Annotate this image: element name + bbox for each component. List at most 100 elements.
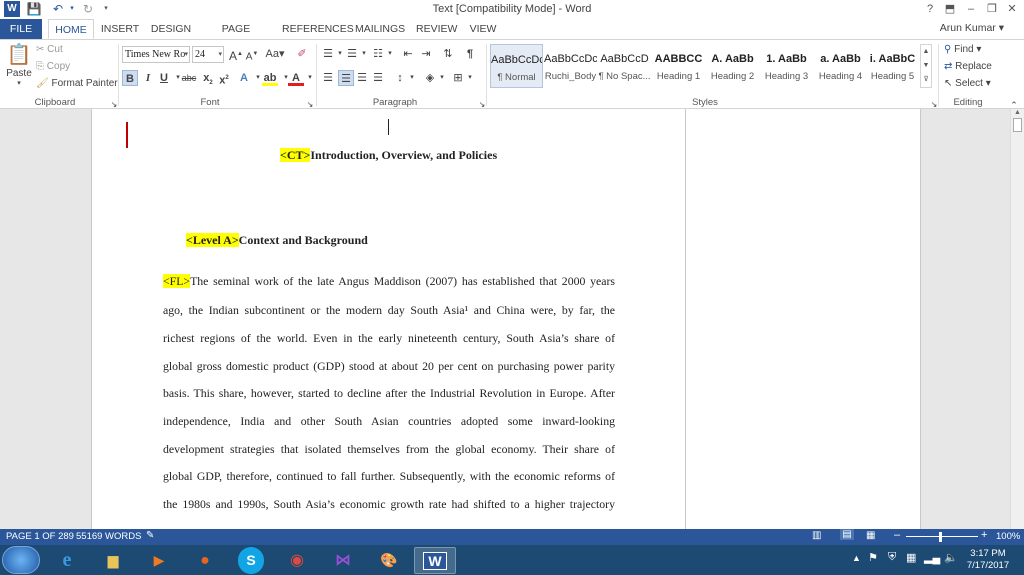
- binoculars-icon: ⚲: [944, 44, 952, 55]
- copy-button[interactable]: ⎘ Copy: [36, 59, 70, 75]
- bold-button[interactable]: B: [122, 70, 138, 86]
- zoom-out-icon[interactable]: –: [894, 529, 900, 541]
- close-button[interactable]: ✕: [1002, 2, 1022, 17]
- tab-mailings[interactable]: MAILINGS: [355, 19, 405, 39]
- shield-icon[interactable]: ⛨: [888, 551, 896, 564]
- tab-review[interactable]: REVIEW: [416, 19, 457, 39]
- chevron-down-icon[interactable]: ▾: [462, 70, 478, 86]
- tab-insert[interactable]: INSERT: [100, 19, 140, 39]
- paste-button[interactable]: 📋 Paste ▾: [6, 42, 32, 92]
- paragraph-line: the 1980s and 1990s, South Asia’s econom…: [163, 497, 615, 511]
- styles-scroll[interactable]: ▲ ▼ ⊽: [920, 44, 932, 88]
- scroll-up-icon[interactable]: ▲: [1011, 109, 1024, 116]
- internet-explorer-icon[interactable]: e: [46, 547, 88, 574]
- tab-design[interactable]: DESIGN: [150, 19, 192, 39]
- show-formatting-marks-icon[interactable]: ¶: [462, 46, 478, 62]
- style-preview: AaBbCcD: [600, 53, 649, 65]
- signal-icon[interactable]: ▂▄: [924, 551, 940, 564]
- word-taskbar-icon[interactable]: W: [414, 547, 456, 574]
- style-heading-3[interactable]: 1. AaBb Heading 3: [760, 44, 813, 88]
- strikethrough-icon[interactable]: abc: [180, 70, 198, 86]
- font-name-value: Times New Ro: [125, 49, 186, 60]
- align-center-icon[interactable]: ☰: [338, 70, 354, 86]
- font-name-combo[interactable]: Times New Ro ▾: [122, 46, 190, 63]
- style-ruchi-body[interactable]: AaBbCcDc Ruchi_Body: [544, 44, 597, 88]
- title-bar: W 💾 ↶ ▾ ↻ ▾ Text [Compatibility Mode] - …: [0, 0, 1024, 19]
- increase-indent-icon[interactable]: ⇥: [418, 46, 434, 62]
- grow-font-icon[interactable]: A▲: [228, 46, 244, 63]
- zoom-slider[interactable]: [906, 536, 978, 537]
- tab-file[interactable]: FILE: [0, 19, 42, 39]
- minimize-button[interactable]: –: [961, 2, 981, 17]
- tab-references[interactable]: REFERENCES: [282, 19, 354, 39]
- tab-home[interactable]: HOME: [48, 19, 94, 39]
- scroll-thumb[interactable]: [1013, 118, 1022, 132]
- vertical-scrollbar[interactable]: ▲: [1010, 109, 1024, 529]
- align-left-icon[interactable]: ☰: [320, 70, 336, 86]
- clear-formatting-icon[interactable]: ✐: [294, 46, 310, 62]
- align-right-icon[interactable]: ☰: [354, 70, 370, 86]
- zoom-level[interactable]: 100%: [996, 531, 1020, 542]
- style-heading-1[interactable]: AABBCC Heading 1: [652, 44, 705, 88]
- tab-view[interactable]: VIEW: [468, 19, 498, 39]
- clock[interactable]: 3:17 PM 7/17/2017: [962, 548, 1014, 572]
- cursor-icon: ↖: [944, 78, 953, 89]
- paintbrush-icon: 🖌: [36, 78, 49, 89]
- chrome-icon[interactable]: ◉: [276, 547, 318, 574]
- date: 7/17/2017: [966, 560, 1010, 571]
- zoom-in-icon[interactable]: +: [981, 529, 987, 541]
- chevron-down-icon[interactable]: ▾: [434, 70, 450, 86]
- file-explorer-icon[interactable]: ▆: [92, 547, 134, 574]
- proofing-icon[interactable]: ✎: [146, 530, 154, 541]
- network-icon[interactable]: ▦: [906, 551, 916, 564]
- page-count[interactable]: PAGE 1 OF 289: [6, 531, 74, 542]
- style-no-spacing[interactable]: AaBbCcD ¶ No Spac...: [598, 44, 651, 88]
- replace-button[interactable]: ⇄ Replace: [944, 59, 992, 75]
- paint-icon[interactable]: 🎨: [368, 547, 410, 574]
- format-painter-button[interactable]: 🖌 Format Painter: [36, 76, 118, 92]
- restore-button[interactable]: ❐: [982, 2, 1002, 17]
- style-name: Heading 1: [656, 71, 701, 82]
- highlight-color-icon[interactable]: ab: [262, 70, 278, 86]
- tab-page-layout[interactable]: PAGE LAYOUT: [202, 19, 270, 55]
- select-label: Select: [955, 78, 983, 89]
- print-layout-icon[interactable]: ▤: [840, 529, 854, 540]
- justify-icon[interactable]: ☰: [370, 70, 386, 86]
- find-button[interactable]: ⚲ Find ▾: [944, 42, 981, 58]
- decrease-indent-icon[interactable]: ⇤: [400, 46, 416, 62]
- chevron-down-icon[interactable]: ▾: [404, 70, 420, 86]
- style-heading-2[interactable]: A. AaBb Heading 2: [706, 44, 759, 88]
- help-button[interactable]: ?: [920, 2, 940, 17]
- web-layout-icon[interactable]: ▦: [866, 530, 875, 541]
- cut-button[interactable]: ✂ Cut: [36, 42, 63, 58]
- volume-icon[interactable]: 🔈: [944, 551, 958, 564]
- zoom-slider-thumb[interactable]: [939, 532, 942, 542]
- shrink-font-icon[interactable]: A▼: [244, 46, 260, 62]
- chevron-down-icon[interactable]: ▾: [382, 46, 398, 62]
- read-mode-icon[interactable]: ▥: [812, 530, 821, 541]
- firefox-icon[interactable]: ●: [184, 547, 226, 574]
- ribbon-display-options-button[interactable]: ⬒: [940, 2, 960, 17]
- sort-icon[interactable]: ⇅: [440, 46, 456, 62]
- visual-studio-icon[interactable]: ⋈: [322, 547, 364, 574]
- italic-button[interactable]: I: [140, 70, 156, 86]
- subscript-icon[interactable]: x2: [200, 70, 216, 86]
- style-heading-5[interactable]: i. AaBbC Heading 5: [866, 44, 919, 88]
- change-case-icon[interactable]: Aa▾: [264, 46, 286, 62]
- start-button[interactable]: [2, 546, 40, 574]
- document-page[interactable]: <CT>Introduction, Overview, and Policies…: [91, 109, 686, 529]
- superscript-icon[interactable]: x2: [216, 70, 232, 87]
- skype-icon[interactable]: S: [238, 547, 264, 574]
- flag-icon[interactable]: ⚑: [868, 551, 878, 564]
- show-hidden-icons-icon[interactable]: ▲: [852, 553, 861, 563]
- font-size-combo[interactable]: 24 ▾: [192, 46, 224, 63]
- style-heading-4[interactable]: a. AaBb Heading 4: [814, 44, 867, 88]
- format-painter-label: Format Painter: [51, 78, 118, 89]
- paragraph-line: global GDP, therefore, continued to fall…: [163, 469, 615, 483]
- select-button[interactable]: ↖ Select ▾: [944, 76, 991, 92]
- style-normal[interactable]: AaBbCcDc ¶ Normal: [490, 44, 543, 88]
- user-account[interactable]: Arun Kumar ▾: [940, 22, 1004, 34]
- media-player-icon[interactable]: ▶: [138, 547, 180, 574]
- word-count[interactable]: 55169 WORDS: [76, 531, 141, 542]
- fl-tag: <FL>: [163, 274, 191, 288]
